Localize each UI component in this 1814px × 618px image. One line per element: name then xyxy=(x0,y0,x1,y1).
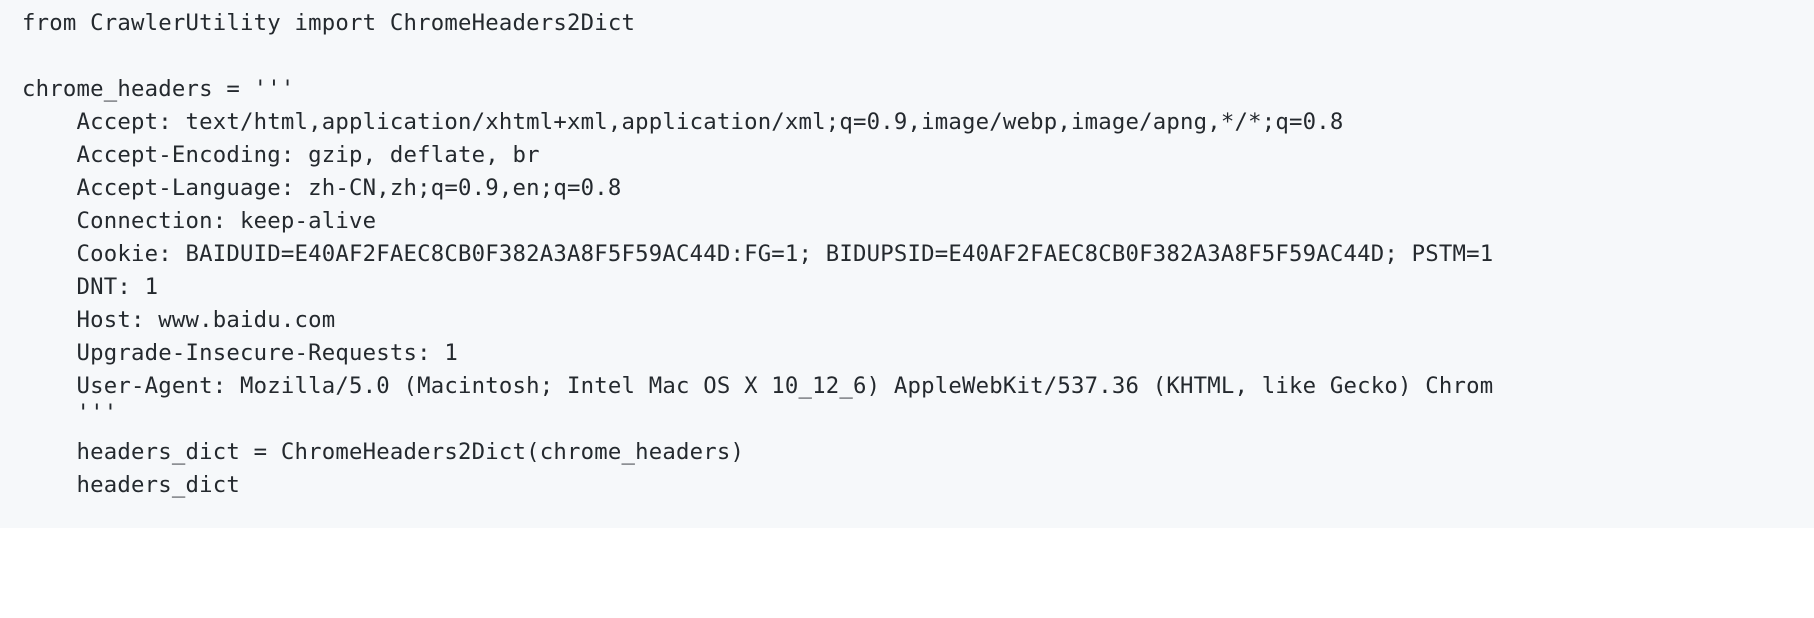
code-line-host: Host: www.baidu.com xyxy=(22,307,336,333)
code-line-accept: Accept: text/html,application/xhtml+xml,… xyxy=(22,109,1344,135)
code-line-string-close: ''' xyxy=(22,400,118,426)
code-line-accept-language: Accept-Language: zh-CN,zh;q=0.9,en;q=0.8 xyxy=(22,175,622,201)
code-line-accept-encoding: Accept-Encoding: gzip, deflate, br xyxy=(22,142,540,168)
code-line-upgrade-insecure: Upgrade-Insecure-Requests: 1 xyxy=(22,340,458,366)
code-line-dnt: DNT: 1 xyxy=(22,274,159,300)
code-line-import: from CrawlerUtility import ChromeHeaders… xyxy=(22,10,636,36)
code-line-cookie: Cookie: BAIDUID=E40AF2FAEC8CB0F382A3A8F5… xyxy=(22,241,1494,267)
code-line-connection: Connection: keep-alive xyxy=(22,208,377,234)
code-line-headers-dict-assign: headers_dict = ChromeHeaders2Dict(chrome… xyxy=(22,439,745,465)
code-line-headers-assign: chrome_headers = ''' xyxy=(22,76,295,102)
code-block: from CrawlerUtility import ChromeHeaders… xyxy=(0,0,1814,528)
code-line-headers-dict: headers_dict xyxy=(22,472,240,498)
